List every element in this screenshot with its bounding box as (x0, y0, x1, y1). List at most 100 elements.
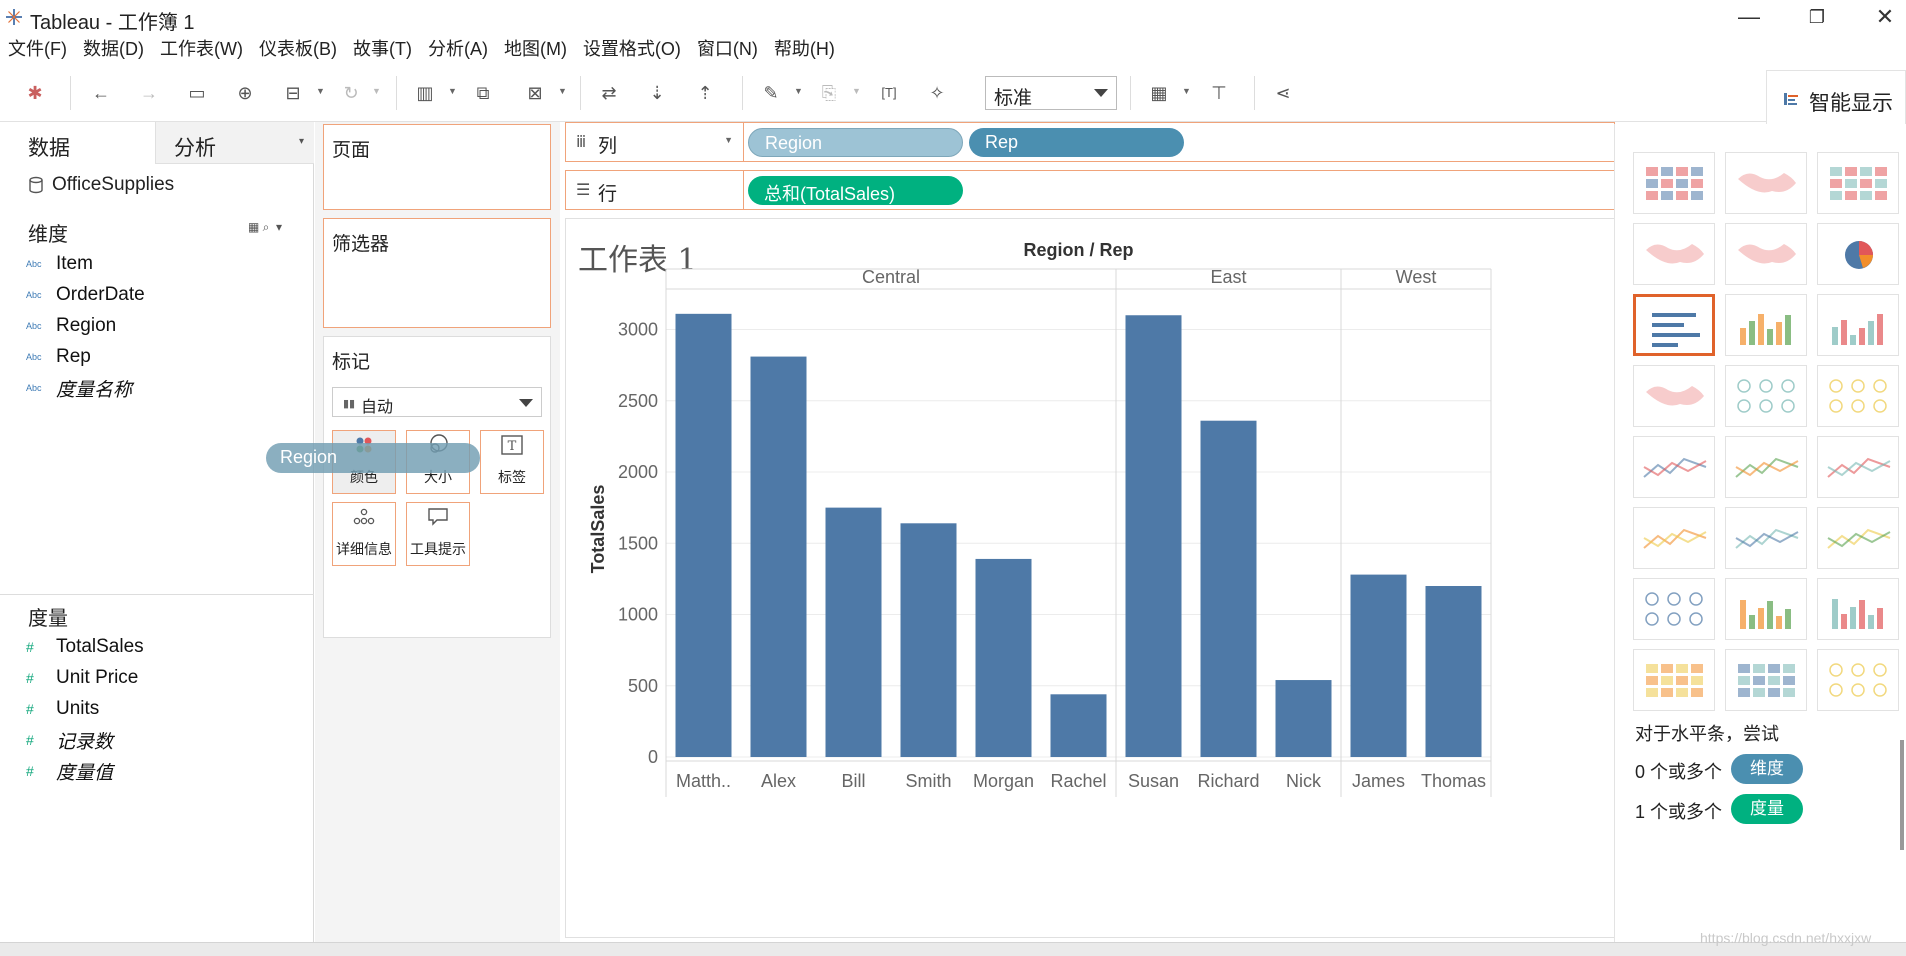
group-members-icon[interactable]: ⎘ (816, 80, 842, 106)
measure-field[interactable]: # Unit Price (26, 663, 138, 693)
redo-icon[interactable]: → (136, 80, 162, 106)
menu-format[interactable]: 设置格式(O) (583, 34, 681, 64)
menu-map[interactable]: 地图(M) (504, 34, 567, 64)
measure-field[interactable]: # Units (26, 694, 99, 724)
area-continuous-icon[interactable] (1633, 507, 1715, 569)
swap-axes-icon[interactable]: ⇄ (596, 80, 622, 106)
rows-shelf[interactable]: ☰ 行 总和(TotalSales) (565, 170, 1615, 210)
chevron-down-icon[interactable]: ▼ (1182, 86, 1191, 96)
circle-views-icon[interactable] (1725, 365, 1807, 427)
menu-data[interactable]: 数据(D) (83, 34, 144, 64)
menu-dashboard[interactable]: 仪表板(B) (259, 34, 337, 64)
dimension-field[interactable]: Abc Region (26, 311, 116, 341)
dragging-region-pill[interactable]: Region (266, 443, 480, 473)
scatter-plot-icon[interactable] (1633, 578, 1715, 640)
pane-divider[interactable] (0, 594, 314, 595)
measure-field[interactable]: # 记录数 (26, 725, 113, 755)
detail-button[interactable]: 详细信息 (332, 502, 396, 566)
continuous-lines-icon[interactable] (1633, 436, 1715, 498)
text-table-icon[interactable] (1633, 152, 1715, 214)
clear-sheet-icon[interactable]: ⊠ (522, 80, 548, 106)
stacked-bars-icon[interactable] (1725, 294, 1807, 356)
bullet-graph-icon[interactable] (1725, 649, 1807, 711)
sort-descending-icon[interactable]: ⇡ (692, 80, 718, 106)
pill-label: Rep (985, 132, 1019, 152)
measure-field[interactable]: # TotalSales (26, 632, 144, 662)
chevron-down-icon[interactable]: ▼ (316, 86, 325, 96)
chevron-down-icon[interactable]: ▼ (558, 86, 567, 96)
undo-icon[interactable]: ← (88, 80, 114, 106)
sort-ascending-icon[interactable]: ⇣ (644, 80, 670, 106)
chevron-down-icon[interactable]: ▼ (448, 86, 457, 96)
menu-worksheet[interactable]: 工作表(W) (160, 34, 243, 64)
bar (1200, 420, 1257, 757)
chevron-down-icon[interactable]: ▼ (372, 86, 381, 96)
pause-updates-icon[interactable]: ⊟ (280, 80, 306, 106)
dual-lines-icon[interactable] (1817, 436, 1899, 498)
menu-window[interactable]: 窗口(N) (697, 34, 758, 64)
gantt-chart-icon[interactable] (1633, 649, 1715, 711)
tab-data[interactable]: 数据 (0, 122, 155, 164)
dual-combination-icon[interactable] (1817, 507, 1899, 569)
region-column-pill[interactable]: Region (748, 128, 963, 157)
packed-bubbles-icon[interactable] (1817, 649, 1899, 711)
filled-map-icon[interactable] (1725, 223, 1807, 285)
symbol-map-icon[interactable] (1633, 223, 1715, 285)
treemap-icon[interactable] (1633, 365, 1715, 427)
datasource-name[interactable]: OfficeSupplies (52, 174, 174, 196)
new-worksheet-icon[interactable]: ▥ (412, 80, 438, 106)
thumbnail-graphic (1845, 241, 1873, 269)
rep-column-pill[interactable]: Rep (969, 128, 1184, 157)
new-datasource-icon[interactable]: ⊕ (232, 80, 258, 106)
tooltip-button[interactable]: 工具提示 (406, 502, 470, 566)
dimension-field[interactable]: Abc Item (26, 249, 93, 279)
histogram-icon[interactable] (1725, 578, 1807, 640)
pie-chart-icon[interactable] (1817, 223, 1899, 285)
show-cards-icon[interactable]: ▦ (1146, 80, 1172, 106)
dimension-tools[interactable]: ▦ ⌕ ▾ (248, 220, 282, 235)
highlight-icon[interactable]: ✎ (758, 80, 784, 106)
scrollbar[interactable] (1900, 740, 1904, 850)
heat-map-icon[interactable] (1725, 152, 1807, 214)
restore-button[interactable]: ❐ (1794, 2, 1840, 32)
chevron-down-icon[interactable]: ▼ (852, 86, 861, 96)
area-discrete-icon[interactable] (1725, 507, 1807, 569)
horizontal-bars-icon[interactable] (1633, 294, 1715, 356)
measure-field[interactable]: # 度量值 (26, 756, 113, 786)
menu-file[interactable]: 文件(F) (8, 34, 67, 64)
tab-analysis[interactable]: 分析 ▾ (155, 122, 314, 164)
fit-select[interactable]: 标准 (985, 76, 1117, 110)
presentation-mode-icon[interactable]: ⊤ (1206, 80, 1232, 106)
chevron-down-icon[interactable]: ▼ (794, 86, 803, 96)
fix-axes-icon[interactable]: ✧ (924, 80, 950, 106)
menu-story[interactable]: 故事(T) (353, 34, 412, 64)
chevron-down-icon: ▼ (724, 135, 733, 145)
menu-analysis[interactable]: 分析(A) (428, 34, 488, 64)
show-mark-labels-icon[interactable]: [T] (876, 80, 902, 106)
columns-shelf[interactable]: ⅲ 列 ▼ Region Rep (565, 122, 1615, 162)
share-icon[interactable]: ⋖ (1270, 80, 1296, 106)
dimension-field[interactable]: Abc 度量名称 (26, 373, 132, 403)
tableau-home-icon[interactable]: ✱ (22, 80, 48, 106)
thumbnail-graphic (1645, 592, 1703, 626)
box-whisker-icon[interactable] (1817, 578, 1899, 640)
minimize-button[interactable]: — (1726, 2, 1772, 32)
side-by-side-bars-icon[interactable] (1817, 294, 1899, 356)
close-button[interactable]: ✕ (1862, 2, 1906, 32)
filters-card[interactable]: 筛选器 (323, 218, 551, 328)
save-icon[interactable]: ▭ (184, 80, 210, 106)
mark-type-select[interactable]: ▮▮ 自动 (332, 387, 542, 417)
highlight-table-icon[interactable] (1817, 152, 1899, 214)
rows-icon: ☰ (576, 182, 591, 199)
side-by-side-circles-icon[interactable] (1817, 365, 1899, 427)
label-button[interactable]: T 标签 (480, 430, 544, 494)
smart-show-tab[interactable]: 智能显示 (1766, 70, 1906, 126)
duplicate-sheet-icon[interactable]: ⧉ (470, 80, 496, 106)
pages-card[interactable]: 页面 (323, 124, 551, 210)
totalsales-row-pill[interactable]: 总和(TotalSales) (748, 176, 963, 205)
refresh-icon[interactable]: ↻ (338, 80, 364, 106)
menu-help[interactable]: 帮助(H) (774, 34, 835, 64)
dimension-field[interactable]: Abc Rep (26, 342, 91, 372)
discrete-lines-icon[interactable] (1725, 436, 1807, 498)
dimension-field[interactable]: Abc OrderDate (26, 280, 145, 310)
